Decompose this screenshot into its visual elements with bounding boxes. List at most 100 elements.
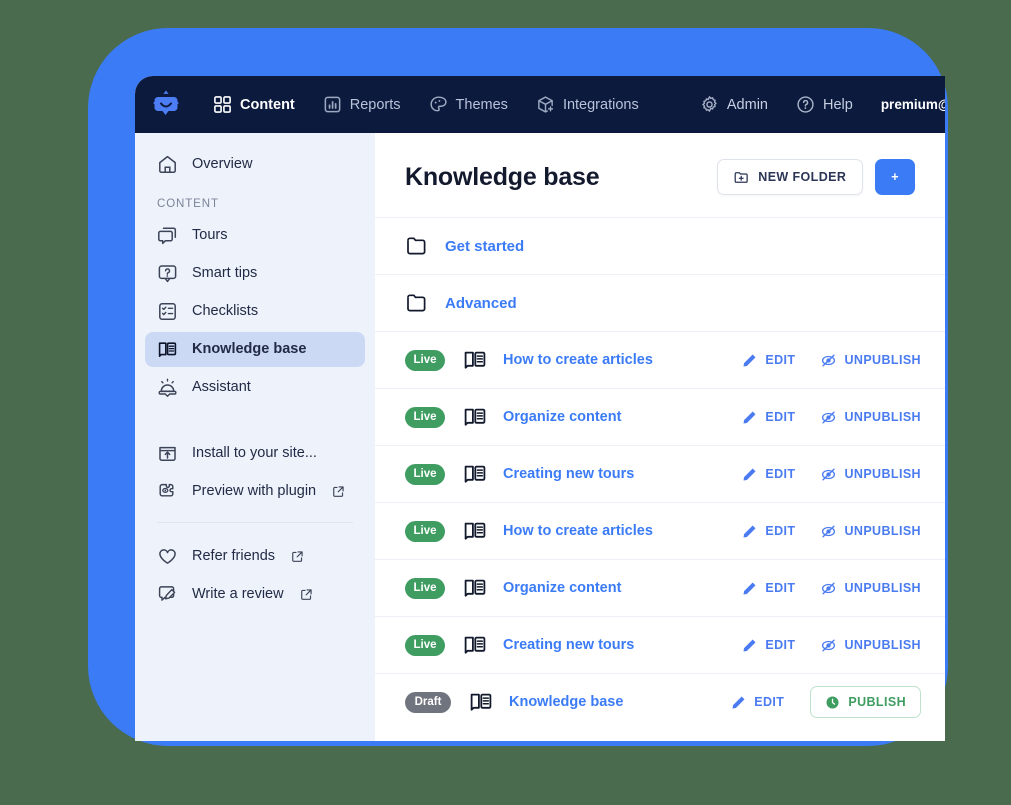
article-title[interactable]: Organize content — [503, 409, 621, 425]
unpublish-label: UNPUBLISH — [844, 581, 921, 595]
edit-button[interactable]: EDIT — [742, 467, 795, 482]
sidebar-item-preview-with-plugin[interactable]: Preview with plugin — [145, 474, 365, 509]
sidebar-item-checklists[interactable]: Checklists — [145, 294, 365, 329]
row-actions: EDIT UNPUBLISH — [742, 353, 921, 368]
unpublish-button[interactable]: UNPUBLISH — [821, 638, 921, 653]
folder-title[interactable]: Get started — [445, 238, 524, 255]
unpublish-button[interactable]: UNPUBLISH — [821, 467, 921, 482]
unpublish-label: UNPUBLISH — [844, 524, 921, 538]
row-actions: EDIT UNPUBLISH — [742, 410, 921, 425]
nav-item-admin[interactable]: Admin — [686, 76, 782, 133]
status-badge: Live — [405, 349, 445, 371]
nav-item-content[interactable]: Content — [199, 76, 309, 133]
pencil-icon — [743, 525, 756, 537]
folder-row[interactable]: Advanced — [375, 274, 945, 331]
edit-button[interactable]: EDIT — [742, 524, 795, 539]
article-row[interactable]: Live Creating new tours EDIT UNPUBLISH — [375, 445, 945, 502]
app-body: Overview CONTENT Tours Smart tips Checkl… — [135, 133, 945, 741]
robot-logo-icon[interactable] — [149, 88, 183, 122]
folder-row[interactable]: Get started — [375, 217, 945, 274]
article-title[interactable]: Knowledge base — [509, 694, 623, 710]
home-icon — [159, 155, 176, 174]
unpublish-button[interactable]: UNPUBLISH — [821, 353, 921, 368]
sidebar-item-label: Preview with plugin — [192, 483, 317, 500]
article-title[interactable]: Creating new tours — [503, 466, 634, 482]
page-header: Knowledge base NEW FOLDER + — [375, 133, 945, 217]
article-row[interactable]: Draft Knowledge base EDIT PUBLISH — [375, 673, 945, 730]
sidebar-item-smart-tips[interactable]: Smart tips — [145, 256, 365, 291]
status-badge: Draft — [405, 691, 451, 713]
article-title[interactable]: Organize content — [503, 580, 621, 596]
new-folder-label: NEW FOLDER — [758, 170, 847, 184]
sidebar-item-install-to-your-site[interactable]: Install to your site... — [145, 436, 365, 471]
unpublish-label: UNPUBLISH — [844, 353, 921, 367]
sidebar: Overview CONTENT Tours Smart tips Checkl… — [135, 133, 375, 741]
sidebar-item-assistant[interactable]: Assistant — [145, 370, 365, 405]
sidebar-item-label: Smart tips — [192, 265, 258, 282]
pencil-icon — [732, 696, 745, 708]
sidebar-item-label: Knowledge base — [192, 341, 307, 358]
sidebar-item-knowledge-base[interactable]: Knowledge base — [145, 332, 365, 367]
sidebar-item-label: Install to your site... — [192, 445, 317, 462]
user-account-menu[interactable]: premium@ — [867, 97, 945, 112]
nav-item-label: Content — [240, 96, 295, 113]
article-row[interactable]: Live Organize content EDIT UNPUBLISH — [375, 388, 945, 445]
new-article-button[interactable]: + — [875, 159, 915, 195]
article-title[interactable]: How to create articles — [503, 523, 653, 539]
sidebar-item-write-a-review[interactable]: Write a review — [145, 577, 365, 612]
sidebar-item-tours[interactable]: Tours — [145, 218, 365, 253]
sidebar-item-overview[interactable]: Overview — [145, 147, 365, 182]
pencil-icon — [743, 468, 756, 480]
row-actions: EDIT PUBLISH — [731, 686, 921, 718]
nav-item-help[interactable]: Help — [782, 76, 867, 133]
article-title[interactable]: Creating new tours — [503, 637, 634, 653]
edit-button[interactable]: EDIT — [742, 638, 795, 653]
row-actions: EDIT UNPUBLISH — [742, 524, 921, 539]
eye-off-icon — [822, 468, 836, 480]
pencil-icon — [743, 354, 756, 366]
eye-off-icon — [822, 582, 836, 594]
edit-label: EDIT — [765, 524, 796, 538]
folder-title[interactable]: Advanced — [445, 295, 517, 312]
row-actions: EDIT UNPUBLISH — [742, 581, 921, 596]
unpublish-button[interactable]: UNPUBLISH — [821, 524, 921, 539]
pencil-icon — [743, 582, 756, 594]
publish-clock-icon — [826, 696, 839, 708]
row-actions: EDIT UNPUBLISH — [742, 467, 921, 482]
edit-button[interactable]: EDIT — [731, 695, 784, 710]
nav-item-reports[interactable]: Reports — [309, 76, 415, 133]
app-window: Content Reports Themes Integrations Admi… — [135, 76, 945, 741]
article-title[interactable]: How to create articles — [503, 352, 653, 368]
book-icon — [470, 693, 492, 711]
book-icon — [464, 522, 486, 540]
book-icon — [464, 579, 486, 597]
article-row[interactable]: Live Organize content EDIT UNPUBLISH — [375, 559, 945, 616]
sidebar-item-refer-friends[interactable]: Refer friends — [145, 539, 365, 574]
nav-item-label: Reports — [349, 96, 401, 113]
edit-button[interactable]: EDIT — [742, 410, 795, 425]
unpublish-button[interactable]: UNPUBLISH — [821, 581, 921, 596]
edit-label: EDIT — [765, 410, 796, 424]
status-badge: Live — [405, 520, 445, 542]
nav-item-themes[interactable]: Themes — [415, 76, 522, 133]
knowledge-base-list: Get started Advanced Live How to create … — [375, 217, 945, 730]
status-badge: Live — [405, 634, 445, 656]
unpublish-button[interactable]: UNPUBLISH — [821, 410, 921, 425]
article-row[interactable]: Live How to create articles EDIT UNPUBLI… — [375, 502, 945, 559]
edit-button[interactable]: EDIT — [742, 581, 795, 596]
article-row[interactable]: Live How to create articles EDIT UNPUBLI… — [375, 331, 945, 388]
new-article-label: + — [891, 170, 899, 184]
eye-off-icon — [822, 639, 836, 651]
sidebar-item-label: Tours — [192, 227, 228, 244]
new-folder-button[interactable]: NEW FOLDER — [717, 159, 864, 195]
article-row[interactable]: Live Creating new tours EDIT UNPUBLISH — [375, 616, 945, 673]
publish-button[interactable]: PUBLISH — [810, 686, 921, 718]
edit-button[interactable]: EDIT — [742, 353, 795, 368]
sidebar-section-content: CONTENT — [157, 198, 219, 210]
pencil-icon — [743, 411, 756, 423]
main-content: Knowledge base NEW FOLDER + Get started … — [375, 133, 945, 741]
edit-label: EDIT — [754, 695, 785, 709]
heart-icon — [159, 549, 176, 564]
nav-item-integrations[interactable]: Integrations — [522, 76, 653, 133]
